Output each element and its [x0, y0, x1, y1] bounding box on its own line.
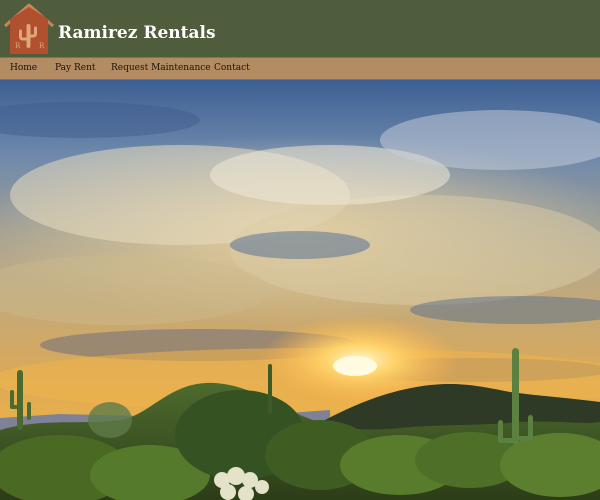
nav-request-maintenance-link[interactable]: Request Maintenance: [111, 58, 211, 79]
desert-sunset-photo: [0, 80, 600, 500]
logo-letter-left: R: [15, 42, 21, 50]
nav-home-link[interactable]: Home: [10, 58, 37, 79]
main-nav: Home Pay Rent Request Maintenance Contac…: [0, 57, 600, 80]
hero-image: [0, 80, 600, 500]
site-title[interactable]: Ramirez Rentals: [58, 21, 216, 45]
logo-letter-right: R: [39, 42, 45, 50]
logo[interactable]: R R: [2, 2, 56, 55]
nav-contact-link[interactable]: Contact: [214, 58, 250, 79]
page: R R Ramirez Rentals Home Pay Rent Reques…: [0, 0, 600, 500]
adobe-house-cactus-icon: R R: [4, 3, 54, 54]
nav-pay-rent-link[interactable]: Pay Rent: [55, 58, 95, 79]
site-header: R R Ramirez Rentals: [0, 0, 600, 57]
